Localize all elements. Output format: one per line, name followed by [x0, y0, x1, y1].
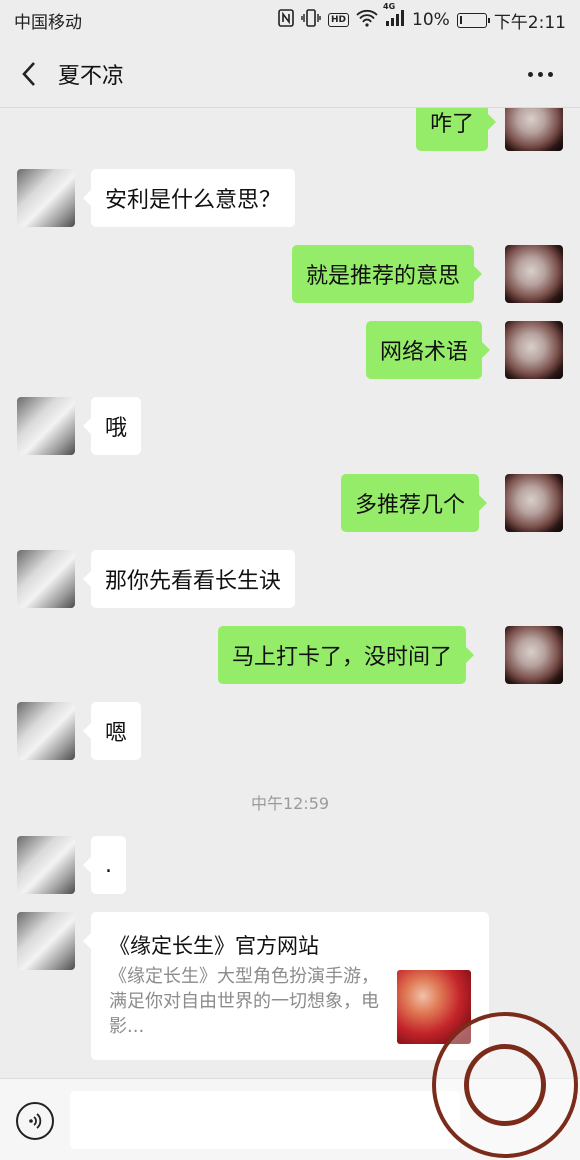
more-button[interactable] — [520, 56, 560, 92]
link-description: 《缘定长生》大型角色扮演手游，满足你对自由世界的一切想象，电影... — [109, 966, 379, 1037]
carrier-label: 中国移动 — [14, 12, 82, 33]
message-bubble[interactable]: 马上打卡了，没时间了 — [218, 626, 475, 684]
hd-icon: HD — [328, 13, 350, 27]
stamp-logo — [464, 1044, 546, 1126]
timestamp: 中午12:59 — [250, 794, 330, 813]
my-avatar[interactable] — [505, 321, 563, 379]
more-dots-icon — [527, 71, 533, 77]
chat-header: 夏不凉 — [0, 40, 580, 108]
nfc-icon — [278, 9, 294, 31]
message-bubble[interactable]: 哦 — [82, 397, 142, 455]
my-avatar[interactable] — [505, 626, 563, 684]
network-type-label: 4G — [383, 2, 396, 11]
message-input[interactable] — [70, 1091, 460, 1149]
link-title: 《缘定长生》官方网站 — [109, 934, 319, 958]
status-bar: 中国移动 HD 4G 10% 下午2:11 — [0, 0, 580, 40]
battery-icon — [456, 12, 490, 28]
contact-avatar[interactable] — [17, 836, 75, 894]
chat-title: 夏不凉 — [58, 63, 125, 89]
my-avatar[interactable] — [505, 474, 563, 532]
message-bubble[interactable]: 安利是什么意思？ — [82, 169, 296, 227]
message-bubble[interactable]: 多推荐几个 — [341, 474, 488, 532]
contact-avatar[interactable] — [17, 912, 75, 970]
my-avatar[interactable] — [505, 245, 563, 303]
message-bubble[interactable]: 那你先看看长生诀 — [82, 550, 296, 608]
contact-avatar[interactable] — [17, 169, 75, 227]
clock: 下午2:11 — [493, 12, 566, 33]
contact-avatar[interactable] — [17, 397, 75, 455]
status-icons: HD 4G 10% 下午2:11 — [278, 2, 566, 33]
vibrate-icon — [301, 9, 321, 31]
message-list[interactable]: 咋了 安利是什么意思？ 就是推荐的意思 网络术语 哦 多推荐几个 那你先看看长生… — [0, 108, 580, 1078]
chevron-left-icon — [22, 61, 35, 86]
message-bubble[interactable]: 咋了 — [416, 108, 497, 151]
voice-icon — [29, 1113, 42, 1129]
watermark-stamp — [432, 1012, 578, 1158]
signal-icon: 4G — [383, 2, 405, 31]
my-avatar[interactable] — [505, 108, 563, 151]
message-bubble[interactable]: 嗯 — [82, 702, 142, 760]
battery-fill — [459, 15, 462, 24]
contact-avatar[interactable] — [17, 702, 75, 760]
wifi-icon — [356, 9, 378, 31]
message-bubble[interactable]: 就是推荐的意思 — [292, 245, 483, 303]
link-card[interactable]: 《缘定长生》官方网站 《缘定长生》大型角色扮演手游，满足你对自由世界的一切想象，… — [83, 912, 489, 1060]
back-button[interactable] — [0, 40, 58, 108]
battery-percent: 10% — [412, 10, 450, 30]
message-bubble[interactable]: . — [83, 836, 126, 894]
voice-button[interactable] — [16, 1102, 54, 1140]
contact-avatar[interactable] — [17, 550, 75, 608]
message-bubble[interactable]: 网络术语 — [366, 321, 491, 379]
